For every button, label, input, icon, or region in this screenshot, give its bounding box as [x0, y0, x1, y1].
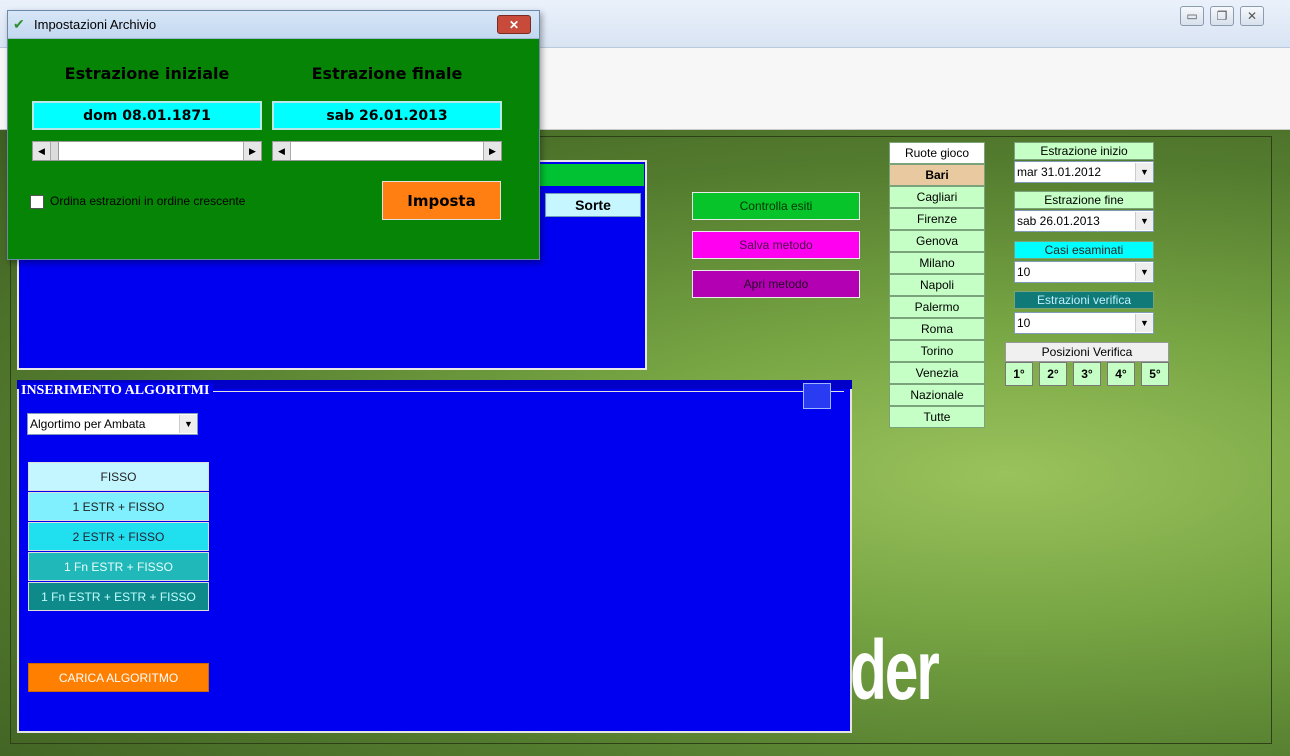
- chevron-down-icon[interactable]: ▼: [1135, 212, 1153, 230]
- salva-metodo-button[interactable]: Salva metodo: [692, 231, 860, 259]
- posizioni-verifica-row: 1° 2° 3° 4° 5°: [1005, 362, 1175, 386]
- estrazione-fine-value: sab 26.01.2013: [1017, 214, 1100, 228]
- estrazione-finale-label: Estrazione finale: [311, 64, 463, 83]
- sorte-column-header: Sorte: [545, 193, 641, 217]
- ruota-cagliari[interactable]: Cagliari: [889, 186, 985, 208]
- algoritmi-legend: INSERIMENTO ALGORITMI: [21, 383, 214, 399]
- app-icon: ✔: [13, 16, 25, 32]
- chevron-down-icon[interactable]: ▼: [1135, 163, 1153, 181]
- ordina-crescente-label[interactable]: Ordina estrazioni in ordine crescente: [50, 194, 245, 208]
- posizione-2-toggle[interactable]: 2°: [1039, 362, 1067, 386]
- ruota-roma[interactable]: Roma: [889, 318, 985, 340]
- estrazione-inizio-value: mar 31.01.2012: [1017, 165, 1102, 179]
- estrazioni-verifica-value: 10: [1017, 316, 1031, 330]
- casi-esaminati-value: 10: [1017, 265, 1031, 279]
- estrazione-finale-scrollbar[interactable]: ◀ ▶: [272, 141, 502, 161]
- algoritmi-close-button[interactable]: [803, 383, 831, 409]
- scroll-right-icon[interactable]: ▶: [483, 142, 501, 160]
- posizione-4-toggle[interactable]: 4°: [1107, 362, 1135, 386]
- scroll-left-icon[interactable]: ◀: [273, 142, 291, 160]
- minimize-button[interactable]: ▭: [1180, 6, 1204, 26]
- algo-fisso-button[interactable]: FISSO: [28, 462, 209, 491]
- carica-algoritmo-button[interactable]: CARICA ALGORITMO: [28, 663, 209, 692]
- ruota-palermo[interactable]: Palermo: [889, 296, 985, 318]
- ruota-milano[interactable]: Milano: [889, 252, 985, 274]
- posizioni-verifica-label: Posizioni Verifica: [1005, 342, 1169, 362]
- estrazione-fine-label: Estrazione fine: [1014, 191, 1154, 209]
- algo-1estr-fisso-button[interactable]: 1 ESTR + FISSO: [28, 492, 209, 521]
- estrazione-inizio-label: Estrazione inizio: [1014, 142, 1154, 160]
- ruota-genova[interactable]: Genova: [889, 230, 985, 252]
- dialog-close-button[interactable]: ✕: [497, 15, 531, 34]
- close-window-button[interactable]: ✕: [1240, 6, 1264, 26]
- scroll-thumb[interactable]: [51, 142, 59, 160]
- ruota-venezia[interactable]: Venezia: [889, 362, 985, 384]
- posizione-5-toggle[interactable]: 5°: [1141, 362, 1169, 386]
- casi-esaminati-label: Casi esaminati: [1014, 241, 1154, 259]
- ruota-firenze[interactable]: Firenze: [889, 208, 985, 230]
- dialog-title: Impostazioni Archivio: [34, 17, 157, 32]
- imposta-button[interactable]: Imposta: [382, 181, 501, 220]
- estrazione-iniziale-label: Estrazione iniziale: [64, 64, 230, 83]
- ruote-header: Ruote gioco: [889, 142, 985, 164]
- algoritmo-type-select[interactable]: Algortimo per Ambata ▼: [27, 413, 198, 435]
- scroll-right-icon[interactable]: ▶: [243, 142, 261, 160]
- chevron-down-icon[interactable]: ▼: [1135, 263, 1153, 281]
- estrazioni-verifica-select[interactable]: 10 ▼: [1014, 312, 1154, 334]
- estrazione-iniziale-scrollbar[interactable]: ◀ ▶: [32, 141, 262, 161]
- algo-1fn-estr-fisso-button[interactable]: 1 Fn ESTR + FISSO: [28, 552, 209, 581]
- estrazione-finale-value: sab 26.01.2013: [272, 101, 502, 130]
- restore-button[interactable]: ❐: [1210, 6, 1234, 26]
- chevron-down-icon[interactable]: ▼: [179, 415, 197, 433]
- apri-metodo-button[interactable]: Apri metodo: [692, 270, 860, 298]
- estrazioni-verifica-label: Estrazioni verifica: [1014, 291, 1154, 309]
- algoritmo-type-value: Algortimo per Ambata: [30, 417, 146, 431]
- ruota-napoli[interactable]: Napoli: [889, 274, 985, 296]
- ordina-crescente-checkbox[interactable]: [30, 195, 44, 209]
- posizione-3-toggle[interactable]: 3°: [1073, 362, 1101, 386]
- casi-esaminati-select[interactable]: 10 ▼: [1014, 261, 1154, 283]
- algo-1fn-estr-estr-fisso-button[interactable]: 1 Fn ESTR + ESTR + FISSO: [28, 582, 209, 611]
- scroll-left-icon[interactable]: ◀: [33, 142, 51, 160]
- watermark-text: der: [850, 623, 940, 717]
- ruota-torino[interactable]: Torino: [889, 340, 985, 362]
- ruote-list: Ruote gioco Bari Cagliari Firenze Genova…: [889, 142, 985, 428]
- ruota-bari[interactable]: Bari: [889, 164, 985, 186]
- estrazione-inizio-select[interactable]: mar 31.01.2012 ▼: [1014, 161, 1154, 183]
- controlla-esiti-button[interactable]: Controlla esiti: [692, 192, 860, 220]
- ruota-tutte[interactable]: Tutte: [889, 406, 985, 428]
- impostazioni-archivio-dialog: [7, 10, 540, 260]
- posizione-1-toggle[interactable]: 1°: [1005, 362, 1033, 386]
- chevron-down-icon[interactable]: ▼: [1135, 314, 1153, 332]
- ruota-nazionale[interactable]: Nazionale: [889, 384, 985, 406]
- estrazione-iniziale-value: dom 08.01.1871: [32, 101, 262, 130]
- algo-2estr-fisso-button[interactable]: 2 ESTR + FISSO: [28, 522, 209, 551]
- estrazione-fine-select[interactable]: sab 26.01.2013 ▼: [1014, 210, 1154, 232]
